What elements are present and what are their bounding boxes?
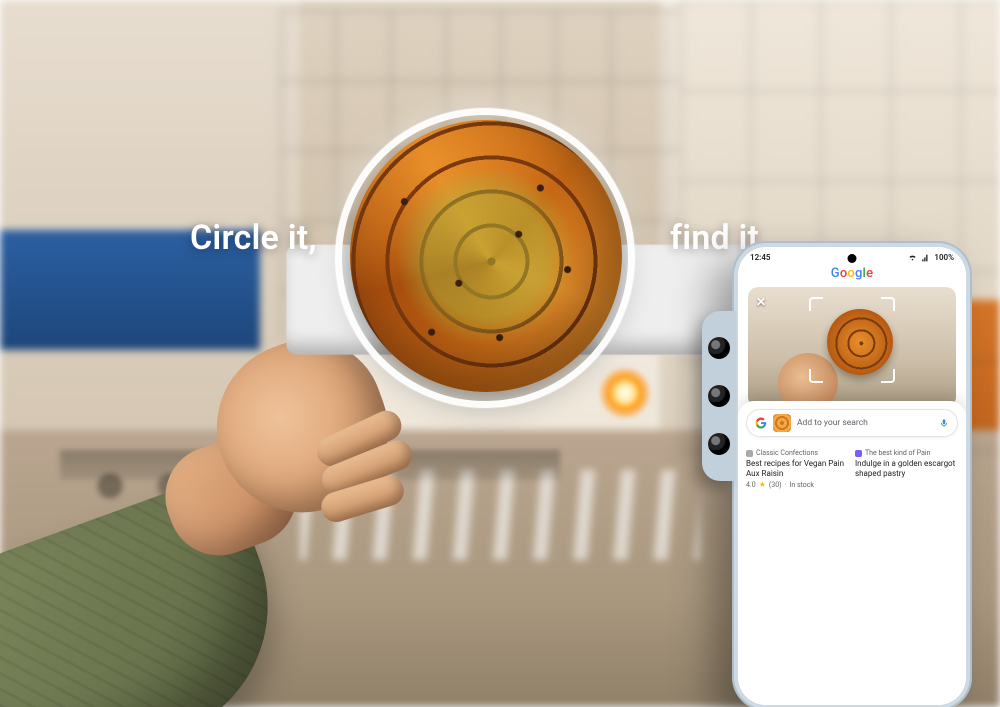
status-time: 12:45: [750, 253, 770, 262]
result-title: Indulge in a golden escargot shaped past…: [855, 459, 958, 479]
camera-lens-icon: [708, 385, 730, 407]
mic-icon[interactable]: [939, 418, 949, 428]
results-sheet: Add to your search Classic Confections B…: [738, 401, 966, 705]
favicon-icon: [855, 450, 862, 457]
star-icon: ★: [759, 481, 766, 489]
signal-icon: [921, 254, 930, 262]
circle-to-search-ring: [335, 108, 635, 408]
camera-lens-icon: [708, 433, 730, 455]
rating-value: 4.0: [746, 481, 756, 489]
result-source: The best kind of Pain: [865, 449, 930, 457]
punch-hole-camera-icon: [848, 254, 857, 263]
crop-handles-icon[interactable]: [809, 297, 895, 383]
google-logo: Google: [738, 266, 966, 281]
rating-count: (30): [769, 481, 782, 489]
camera-lens-icon: [708, 337, 730, 359]
wifi-icon: [908, 254, 917, 262]
lens-capture-preview[interactable]: ✕: [748, 287, 956, 407]
traffic-light-glow: [600, 368, 650, 418]
search-chip-thumbnail: [773, 414, 791, 432]
google-g-icon: [755, 417, 767, 429]
close-icon[interactable]: ✕: [756, 295, 766, 309]
result-source: Classic Confections: [756, 449, 818, 457]
search-input[interactable]: Add to your search: [746, 409, 958, 437]
favicon-icon: [746, 450, 753, 457]
stock-label: In stock: [789, 481, 814, 489]
phone-mockup: 12:45 100% Google ✕ Add to your searc: [732, 241, 972, 707]
result-card[interactable]: The best kind of Pain Indulge in a golde…: [855, 445, 958, 479]
results-grid: Classic Confections Best recipes for Veg…: [746, 445, 958, 495]
phone-screen: 12:45 100% Google ✕ Add to your searc: [738, 247, 966, 705]
result-rating: 4.0 ★ (30) · In stock: [746, 481, 849, 489]
headline-left: Circle it,: [190, 218, 317, 258]
status-battery: 100%: [934, 253, 954, 262]
advertising-scene: Circle it, find it 12:45 100% Google ✕: [0, 0, 1000, 707]
phone-camera-module: [702, 311, 736, 481]
result-card[interactable]: Classic Confections Best recipes for Veg…: [746, 445, 849, 489]
search-placeholder: Add to your search: [797, 418, 933, 428]
result-title: Best recipes for Vegan Pain Aux Raisin: [746, 459, 849, 479]
